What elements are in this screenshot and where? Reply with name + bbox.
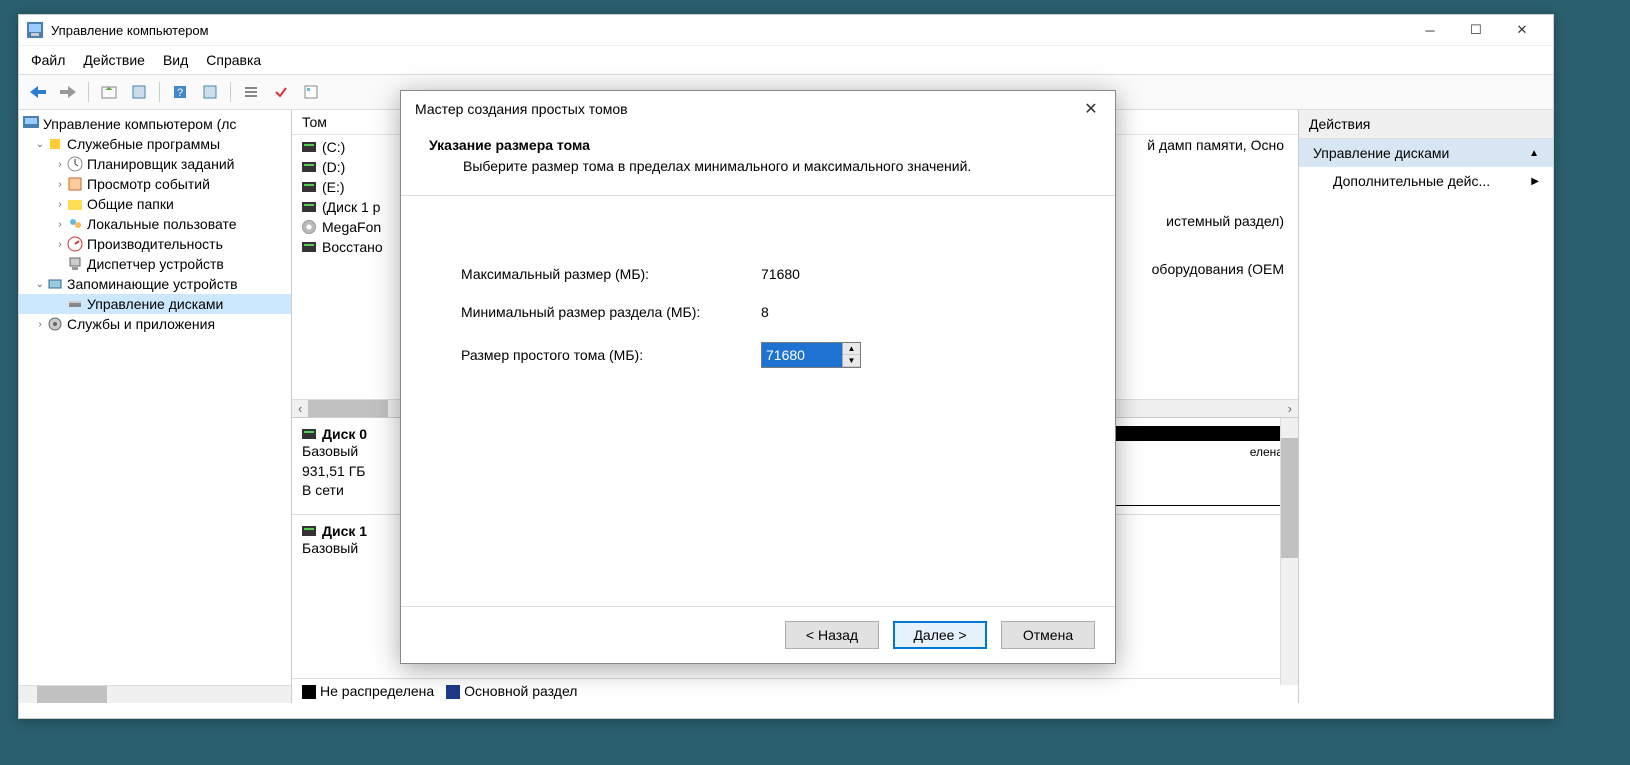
bg-text: й дамп памяти, Осно bbox=[1147, 137, 1284, 153]
legend-swatch-primary bbox=[446, 685, 460, 699]
drive-icon bbox=[302, 429, 316, 439]
actions-more[interactable]: Дополнительные дейс...▶ bbox=[1299, 167, 1553, 195]
caret-icon[interactable]: ⌄ bbox=[33, 279, 47, 290]
nav-tree: Управление компьютером (лс ⌄ Служебные п… bbox=[19, 110, 292, 703]
size-spinner: ▲ ▼ bbox=[761, 342, 861, 368]
tree-shared[interactable]: › Общие папки bbox=[19, 194, 291, 214]
help-icon[interactable]: ? bbox=[167, 79, 193, 105]
caret-icon[interactable]: ⌄ bbox=[33, 139, 47, 150]
storage-icon bbox=[47, 276, 63, 292]
caret-icon[interactable]: › bbox=[53, 159, 67, 170]
tree-diskmgmt[interactable]: Управление дисками bbox=[19, 294, 291, 314]
dialog-heading: Указание размера тома bbox=[429, 137, 1087, 153]
menu-help[interactable]: Справка bbox=[206, 52, 261, 68]
spin-down-icon[interactable]: ▼ bbox=[843, 355, 860, 367]
caret-icon[interactable]: › bbox=[33, 319, 47, 330]
actions-diskmgmt[interactable]: Управление дисками▲ bbox=[1299, 139, 1553, 167]
menu-file[interactable]: Файл bbox=[31, 52, 65, 68]
tree-storage[interactable]: ⌄ Запоминающие устройств bbox=[19, 274, 291, 294]
collapse-icon: ▲ bbox=[1529, 148, 1539, 159]
svg-text:?: ? bbox=[177, 87, 183, 99]
disk-vscrollbar[interactable] bbox=[1280, 418, 1298, 685]
up-icon[interactable] bbox=[96, 79, 122, 105]
legend-swatch-unalloc bbox=[302, 685, 316, 699]
tree-services[interactable]: › Службы и приложения bbox=[19, 314, 291, 334]
dialog-close-icon[interactable]: ✕ bbox=[1081, 99, 1101, 119]
caret-icon[interactable]: › bbox=[53, 199, 67, 210]
chevron-right-icon: ▶ bbox=[1531, 176, 1539, 187]
min-size-value: 8 bbox=[761, 304, 769, 320]
tree-systools[interactable]: ⌄ Служебные программы bbox=[19, 134, 291, 154]
back-button[interactable]: < Назад bbox=[785, 621, 879, 649]
app-icon bbox=[27, 22, 43, 38]
refresh-icon[interactable] bbox=[197, 79, 223, 105]
dialog-body: Максимальный размер (МБ): 71680 Минималь… bbox=[401, 196, 1115, 368]
disk1-label: Диск 1 Базовый bbox=[302, 523, 392, 559]
next-button[interactable]: Далее > bbox=[893, 621, 987, 649]
properties-icon[interactable] bbox=[126, 79, 152, 105]
min-size-label: Минимальный размер раздела (МБ): bbox=[461, 304, 761, 320]
titlebar: Управление компьютером ─ ☐ ✕ bbox=[19, 15, 1553, 46]
computer-icon bbox=[23, 116, 39, 132]
window-title: Управление компьютером bbox=[51, 23, 1407, 38]
actions-pane: Действия Управление дисками▲ Дополнитель… bbox=[1299, 110, 1553, 703]
device-icon bbox=[67, 256, 83, 272]
drive-icon bbox=[302, 162, 316, 172]
maximize-button[interactable]: ☐ bbox=[1453, 15, 1499, 45]
bg-text: оборудования (OEM bbox=[1152, 261, 1284, 277]
disk-icon bbox=[67, 296, 83, 312]
services-icon bbox=[47, 316, 63, 332]
drive-icon bbox=[302, 182, 316, 192]
tree-devmgr[interactable]: Диспетчер устройств bbox=[19, 254, 291, 274]
actions-header: Действия bbox=[1299, 110, 1553, 139]
tree-eventviewer[interactable]: › Просмотр событий bbox=[19, 174, 291, 194]
options-icon[interactable] bbox=[298, 79, 324, 105]
tree-scheduler[interactable]: › Планировщик заданий bbox=[19, 154, 291, 174]
dialog-title: Мастер создания простых томов bbox=[415, 101, 1081, 117]
tree-localusers[interactable]: › Локальные пользовате bbox=[19, 214, 291, 234]
tree-perf[interactable]: › Производительность bbox=[19, 234, 291, 254]
drive-icon bbox=[302, 202, 316, 212]
caret-icon[interactable]: › bbox=[53, 179, 67, 190]
tools-icon bbox=[47, 136, 63, 152]
wizard-dialog: Мастер создания простых томов ✕ Указание… bbox=[400, 90, 1116, 664]
dialog-titlebar: Мастер создания простых томов ✕ bbox=[401, 91, 1115, 127]
drive-icon bbox=[302, 242, 316, 252]
forward-icon[interactable] bbox=[55, 79, 81, 105]
caret-icon[interactable]: › bbox=[53, 239, 67, 250]
close-button[interactable]: ✕ bbox=[1499, 15, 1545, 45]
max-size-label: Максимальный размер (МБ): bbox=[461, 266, 761, 282]
size-label: Размер простого тома (МБ): bbox=[461, 347, 761, 363]
cd-icon bbox=[302, 220, 316, 234]
perf-icon bbox=[67, 236, 83, 252]
cancel-button[interactable]: Отмена bbox=[1001, 621, 1095, 649]
dialog-subheading: Выберите размер тома в пределах минималь… bbox=[463, 157, 1087, 177]
drive-icon bbox=[302, 142, 316, 152]
menubar: Файл Действие Вид Справка bbox=[19, 46, 1553, 74]
minimize-button[interactable]: ─ bbox=[1407, 15, 1453, 45]
event-icon bbox=[67, 176, 83, 192]
disk0-label: Диск 0 Базовый931,51 ГБВ сети bbox=[302, 426, 392, 501]
bg-text: истемный раздел) bbox=[1166, 213, 1284, 229]
drive-icon bbox=[302, 526, 316, 536]
spin-up-icon[interactable]: ▲ bbox=[843, 343, 860, 355]
max-size-value: 71680 bbox=[761, 266, 800, 282]
tree-root[interactable]: Управление компьютером (лс bbox=[19, 114, 291, 134]
size-input[interactable] bbox=[762, 343, 842, 367]
back-icon[interactable] bbox=[25, 79, 51, 105]
caret-icon[interactable]: › bbox=[53, 219, 67, 230]
clock-icon bbox=[67, 156, 83, 172]
legend: Не распределена Основной раздел bbox=[292, 678, 1298, 703]
tree-hscrollbar[interactable] bbox=[19, 685, 291, 703]
dialog-footer: < Назад Далее > Отмена bbox=[401, 606, 1115, 663]
users-icon bbox=[67, 216, 83, 232]
check-icon[interactable] bbox=[268, 79, 294, 105]
menu-view[interactable]: Вид bbox=[163, 52, 188, 68]
folder-icon bbox=[67, 196, 83, 212]
dialog-header: Указание размера тома Выберите размер то… bbox=[401, 127, 1115, 195]
menu-action[interactable]: Действие bbox=[83, 52, 145, 68]
list-icon[interactable] bbox=[238, 79, 264, 105]
